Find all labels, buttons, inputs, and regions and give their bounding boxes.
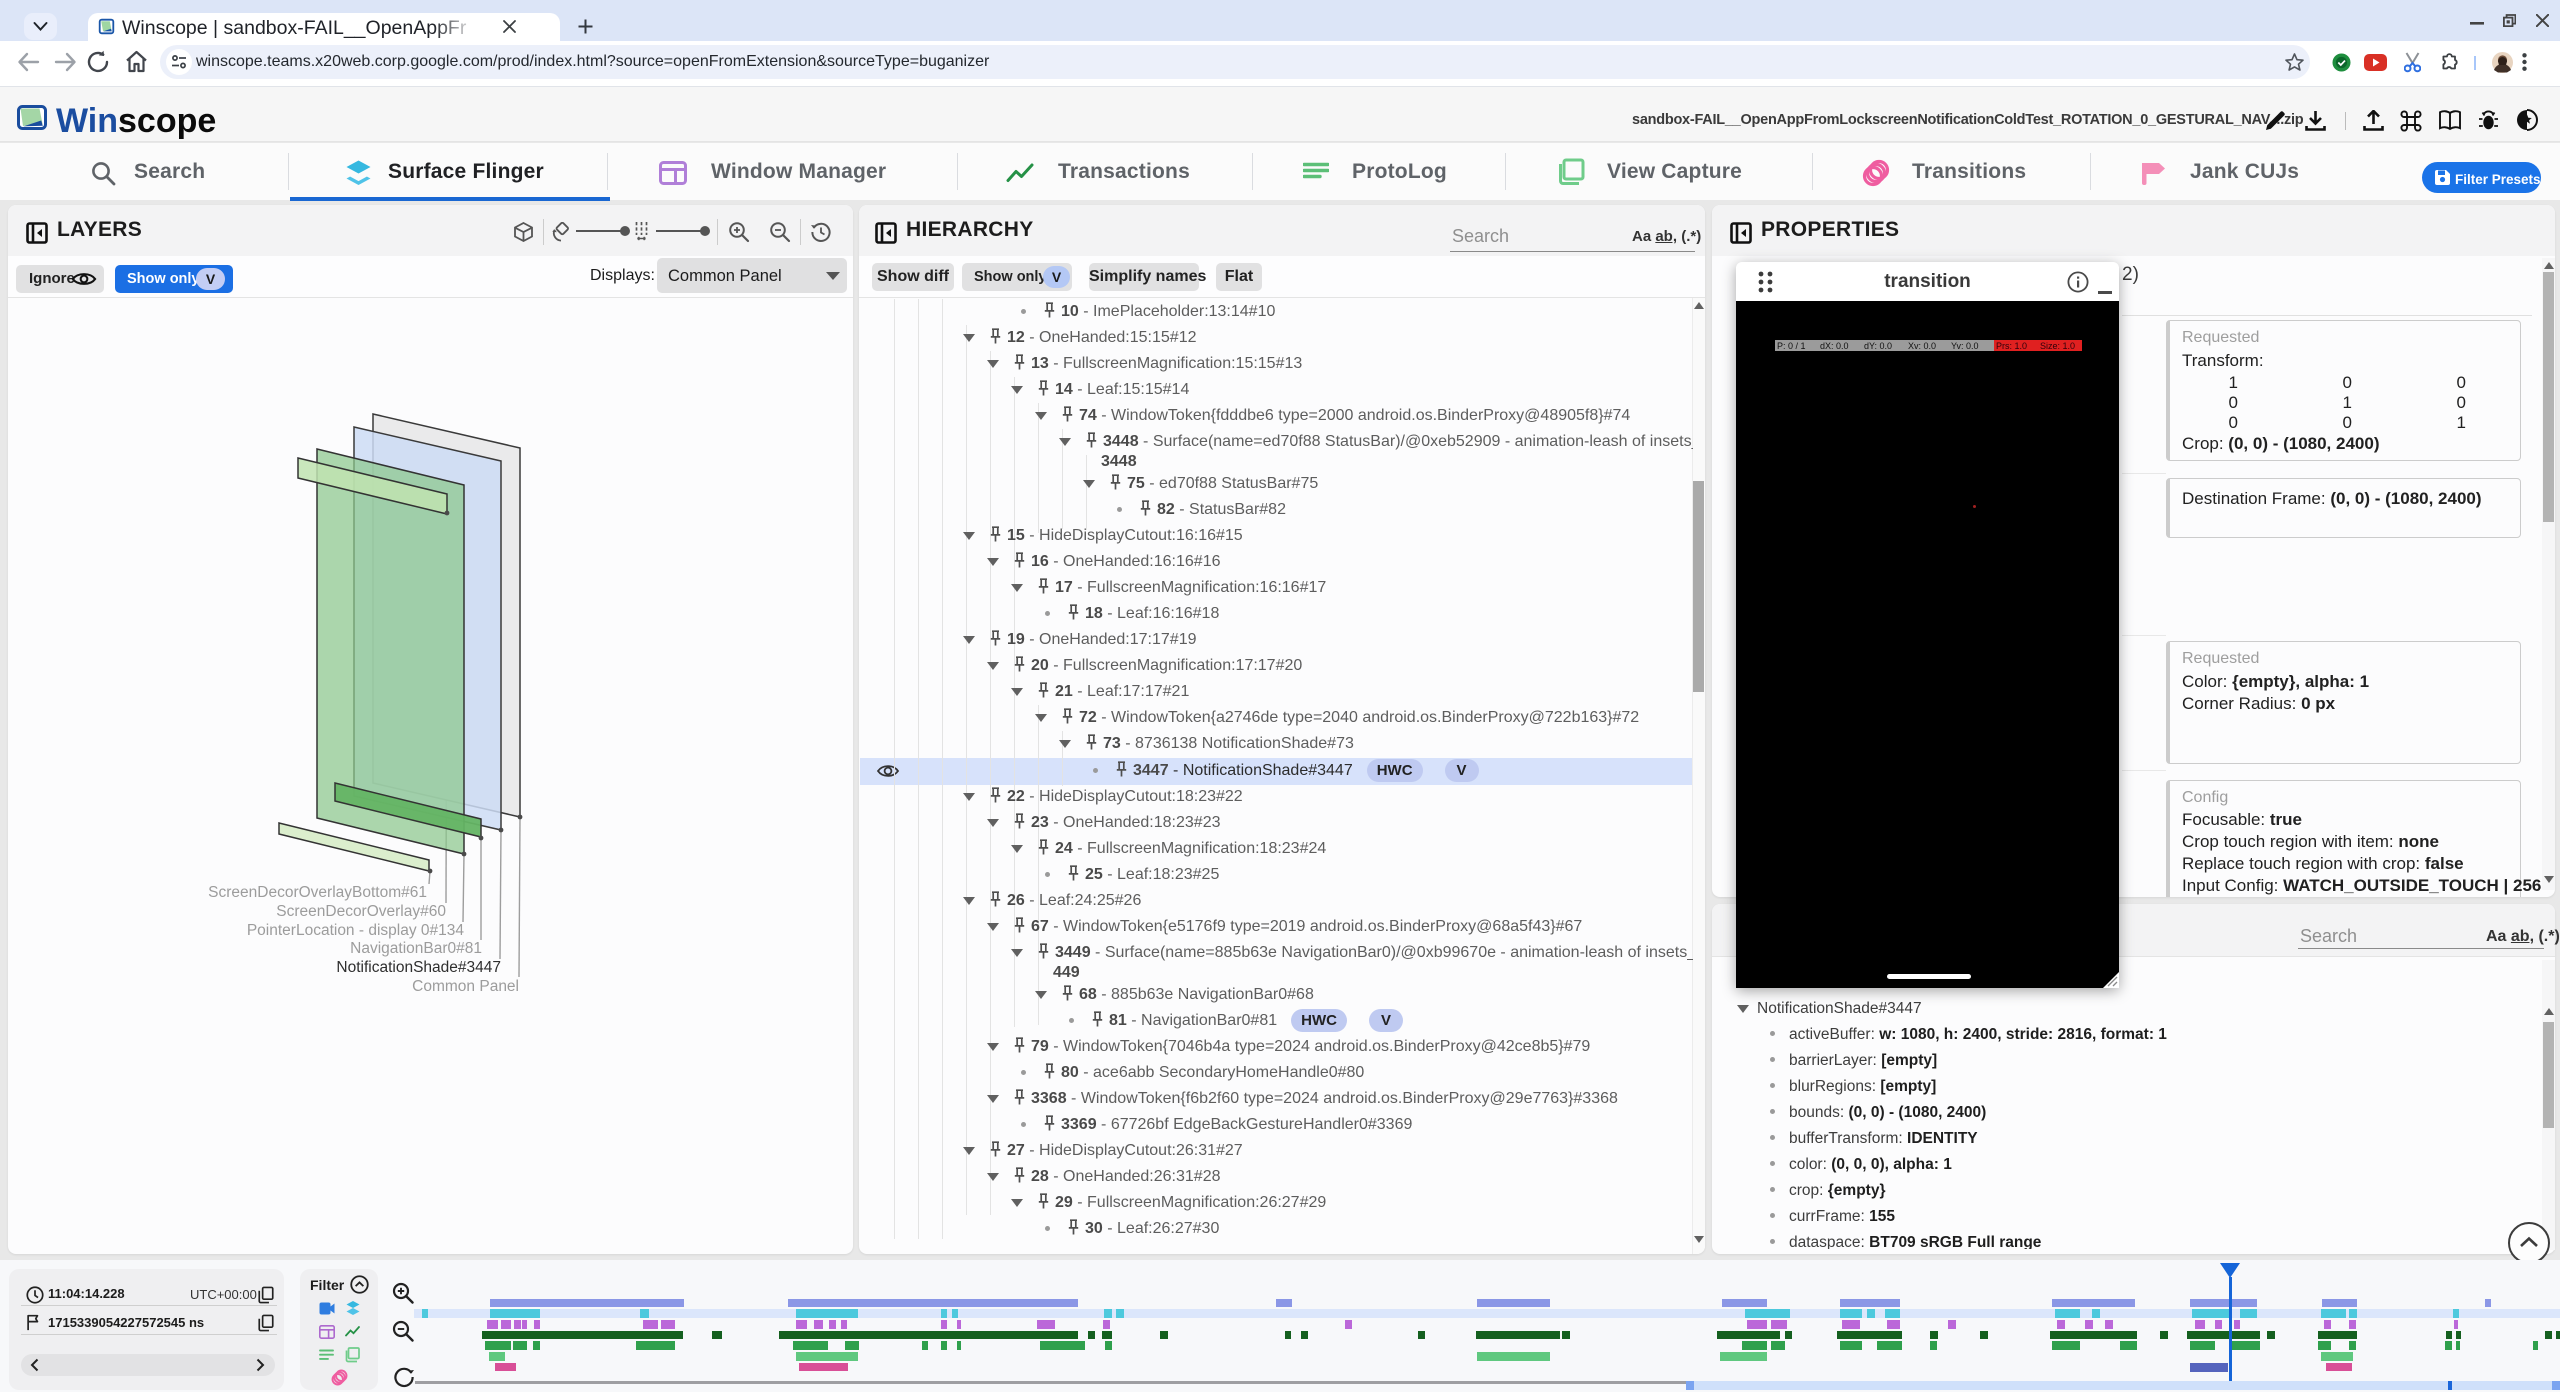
svg-text:NotificationShade#3447: NotificationShade#3447 (336, 959, 501, 976)
svg-text:ScreenDecorOverlayBottom#61: ScreenDecorOverlayBottom#61 (208, 884, 427, 901)
svg-text:Common Panel: Common Panel (412, 978, 519, 995)
svg-text:NavigationBar0#81: NavigationBar0#81 (350, 940, 482, 957)
svg-text:ScreenDecorOverlay#60: ScreenDecorOverlay#60 (276, 903, 446, 920)
svg-text:PointerLocation - display 0#13: PointerLocation - display 0#134 (247, 922, 465, 939)
